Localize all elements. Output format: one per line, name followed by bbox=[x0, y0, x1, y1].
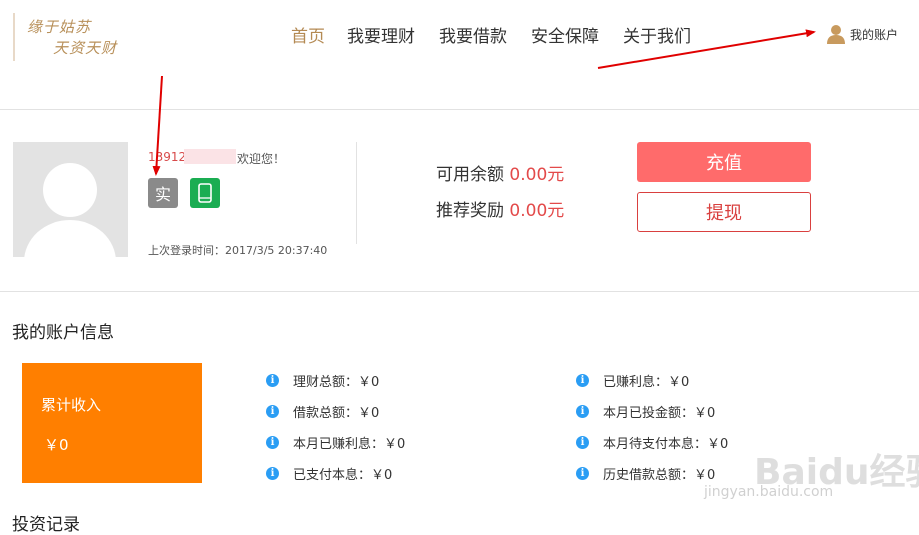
arrow-to-realname-badge-icon bbox=[152, 75, 163, 176]
arrow-to-account-icon bbox=[597, 29, 816, 69]
baidu-watermark-url: jingyan.baidu.com bbox=[704, 484, 834, 500]
